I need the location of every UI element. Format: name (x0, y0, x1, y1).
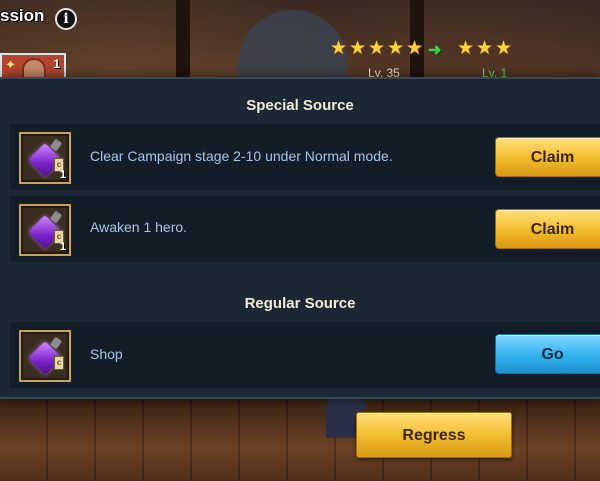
potion-icon[interactable]: c 1 (19, 204, 71, 256)
potion-icon[interactable]: c (19, 330, 71, 382)
regular-source-title: Regular Source (244, 295, 356, 312)
potion-icon[interactable]: c 1 (19, 132, 71, 184)
source-description: Clear Campaign stage 2-10 under Normal m… (90, 148, 393, 164)
arrow-right-icon: ➜ (428, 42, 442, 59)
star-icon: ★ (476, 38, 494, 59)
star-icon: ★ (406, 38, 424, 59)
page-title: ssion (0, 6, 45, 25)
source-description: Shop (90, 346, 123, 362)
hero-count: 1 (53, 57, 60, 71)
sparkle-icon: ✦ (5, 57, 16, 72)
star-icon: ★ (368, 38, 386, 59)
stars-after: ★ ★ ★ (457, 38, 513, 59)
regress-button[interactable]: Regress (356, 412, 512, 458)
item-quantity: 1 (59, 169, 66, 181)
item-quantity: 1 (59, 241, 66, 253)
source-row: c Shop Go (10, 322, 600, 388)
claim-button[interactable]: Claim (495, 209, 600, 249)
source-row: c 1 Clear Campaign stage 2-10 under Norm… (10, 124, 600, 190)
star-icon: ★ (457, 38, 475, 59)
star-icon: ★ (495, 38, 513, 59)
go-button[interactable]: Go (495, 334, 600, 374)
star-icon: ★ (349, 38, 367, 59)
potion-tag: c (54, 356, 64, 370)
source-modal: Special Source c 1 Clear Campaign stage … (0, 77, 600, 399)
star-icon: ★ (387, 38, 405, 59)
info-icon[interactable]: i (55, 8, 77, 30)
star-icon: ★ (330, 38, 348, 59)
stars-before: ★ ★ ★ ★ ★ (330, 38, 424, 59)
source-row: c 1 Awaken 1 hero. Claim (10, 196, 600, 262)
special-source-title: Special Source (246, 97, 354, 114)
claim-button[interactable]: Claim (495, 137, 600, 177)
source-description: Awaken 1 hero. (90, 219, 188, 235)
